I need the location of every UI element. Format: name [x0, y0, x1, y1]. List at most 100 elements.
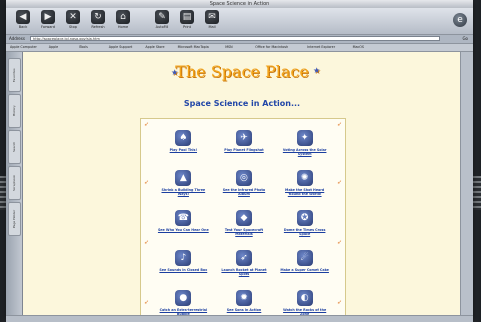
activity-link[interactable]: ♪ See Sounds in Closed Box: [153, 249, 214, 287]
print-icon: ▤: [180, 10, 194, 24]
favorite-link[interactable]: Office for Macintosh: [255, 45, 288, 50]
rocket-decoration-icon: ➶: [336, 121, 342, 128]
activity-link[interactable]: ◎ See the Infrared Photo Album: [214, 169, 275, 207]
activity-caption: See Sounds in Closed Box: [159, 268, 208, 272]
activity-link[interactable]: ✈ Play Planet Flingshot: [214, 129, 275, 167]
favorite-link[interactable]: Apple Store: [145, 45, 164, 50]
mail-button[interactable]: ✉ Mail: [201, 10, 223, 32]
activity-link[interactable]: ☎ See Who You Can Hear One: [153, 209, 214, 247]
activity-thumbnail-icon: ✈: [235, 130, 252, 146]
activity-link[interactable]: ✦ Voting Across the Solar System: [274, 129, 335, 167]
autofill-icon: ✎: [155, 10, 169, 24]
url-input[interactable]: http://spaceplace.jpl.nasa.gov/sia.htm: [30, 36, 440, 41]
sidebar-tab-page-holder[interactable]: Page Holder: [8, 202, 21, 236]
favorite-link[interactable]: Microsoft MacTopia: [178, 45, 209, 50]
home-button[interactable]: ⌂ Home: [112, 10, 134, 32]
web-page: ★ The Space Place ★ Space Science in Act…: [23, 52, 461, 322]
rocket-decoration-icon: ➶: [144, 299, 150, 306]
back-button[interactable]: ◀ Back: [12, 10, 34, 32]
activity-grid: ♠ Play Pool This! ✈ Play Planet Flingshot ✦ V…: [153, 129, 335, 322]
sidebar-tab-search[interactable]: Search: [8, 130, 21, 164]
activity-thumbnail-icon: ✪: [296, 210, 313, 226]
activity-link[interactable]: ♠ Play Pool This!: [153, 129, 214, 167]
activity-caption: Voting Across the Solar System: [282, 148, 327, 156]
activity-thumbnail-icon: ◐: [296, 290, 313, 306]
toolbar-button-label: Print: [182, 25, 192, 29]
activity-caption: See the Infrared Photo Album: [222, 188, 266, 196]
toolbar-button-label: Mail: [208, 25, 216, 29]
print-button[interactable]: ▤ Print: [176, 10, 198, 32]
activity-thumbnail-icon: ◆: [235, 210, 252, 226]
rocket-decoration-icon: ➶: [336, 299, 342, 306]
sidebar-tab-history[interactable]: History: [8, 94, 21, 128]
stop-button[interactable]: ✕ Stop: [62, 10, 84, 32]
activity-caption: Launch Rocket at Planet Spots: [221, 268, 267, 276]
address-label: Address: [9, 36, 25, 41]
rocket-decoration-icon: ➶: [336, 239, 342, 246]
window-title: Space Science in Action: [6, 0, 473, 8]
refresh-button[interactable]: ↻ Refresh: [87, 10, 109, 32]
site-title-logo[interactable]: ★ The Space Place ★: [23, 62, 461, 81]
activity-caption: Make a Super Comet Cake: [280, 268, 329, 272]
favorite-link[interactable]: Internet Explorer: [307, 45, 335, 50]
autofill-button[interactable]: ✎ AutoFill: [151, 10, 173, 32]
toolbar-button-label: AutoFill: [155, 25, 169, 29]
activity-thumbnail-icon: ✦: [296, 130, 313, 146]
toolbar-button-label: Forward: [40, 25, 56, 29]
activity-caption: See Sons in Action: [226, 308, 262, 312]
activity-thumbnail-icon: ☄: [296, 250, 313, 266]
activity-thumbnail-icon: ☎: [175, 210, 192, 226]
activity-thumbnail-icon: ♠: [175, 130, 192, 146]
activity-thumbnail-icon: ▲: [175, 170, 192, 186]
activity-thumbnail-icon: ●: [175, 290, 192, 306]
favorite-link[interactable]: MacOS: [353, 45, 364, 50]
favorite-link[interactable]: Apple: [49, 45, 58, 50]
activity-link[interactable]: ➶ Launch Rocket at Planet Spots: [214, 249, 275, 287]
sidebar-tab-scrapbook[interactable]: Scrapbook: [8, 166, 21, 200]
activity-thumbnail-icon: ♪: [175, 250, 192, 266]
home-icon: ⌂: [116, 10, 130, 24]
star-icon: ★: [171, 68, 179, 77]
sidebar-tab-favorites[interactable]: Favorites: [8, 58, 21, 92]
activity-link[interactable]: ☄ Make a Super Comet Cake: [274, 249, 335, 287]
browser-logo-icon: e: [453, 13, 467, 27]
favorite-link[interactable]: MSN: [225, 45, 232, 50]
browser-window: Space Science in Action e ◀ Back ▶ Forward ✕…: [6, 0, 473, 322]
rocket-decoration-icon: ➶: [336, 179, 342, 186]
activity-link[interactable]: ✺ Make the Shot Heard 'Round the World!: [274, 169, 335, 207]
activity-thumbnail-icon: ◎: [235, 170, 252, 186]
activity-caption: Test Your Spacecraft Materials: [224, 228, 264, 236]
activity-link[interactable]: ◆ Test Your Spacecraft Materials: [214, 209, 275, 247]
activity-link[interactable]: ✪ Dome the Times Cross Space: [274, 209, 335, 247]
rocket-decoration-icon: ➶: [144, 121, 150, 128]
rocket-decoration-icon: ➶: [144, 239, 150, 246]
activity-caption: Play Pool This!: [169, 148, 198, 152]
activity-panel: ➶ ➶ ➶ ➶ ➶ ➶ ➶ ➶ ♠ Play Pool This! ✈ Play Pl…: [140, 118, 346, 322]
activity-thumbnail-icon: ✹: [235, 290, 252, 306]
explorer-sidebar: Favorites History Search Scrapbook Page Hold…: [6, 52, 23, 322]
forward-arrow-icon: ▶: [41, 10, 55, 24]
toolbar-button-label: Refresh: [91, 25, 105, 29]
favorites-bar: Apple Computer Apple iTools Apple Support Ap…: [6, 44, 473, 52]
stop-icon: ✕: [66, 10, 80, 24]
activity-caption: Shrink a Building Three Ways!: [161, 188, 206, 196]
go-button[interactable]: Go: [462, 36, 468, 42]
address-bar: Address http://spaceplace.jpl.nasa.gov/s…: [6, 35, 473, 44]
star-icon: ★: [313, 66, 321, 75]
favorite-link[interactable]: Apple Support: [109, 45, 132, 50]
vertical-scrollbar[interactable]: [460, 52, 473, 322]
back-arrow-icon: ◀: [16, 10, 30, 24]
rocket-decoration-icon: ➶: [144, 179, 150, 186]
page-heading: Space Science in Action...: [183, 99, 301, 108]
activity-link[interactable]: ▲ Shrink a Building Three Ways!: [153, 169, 214, 207]
refresh-icon: ↻: [91, 10, 105, 24]
favorite-link[interactable]: iTools: [79, 45, 88, 50]
activity-thumbnail-icon: ➶: [235, 250, 252, 266]
activity-thumbnail-icon: ✺: [296, 170, 313, 186]
toolbar-button-label: Home: [117, 25, 129, 29]
status-bar: [6, 315, 473, 322]
activity-caption: Dome the Times Cross Space: [283, 228, 326, 236]
activity-caption: See Who You Can Hear One: [157, 228, 209, 232]
favorite-link[interactable]: Apple Computer: [10, 45, 37, 50]
forward-button[interactable]: ▶ Forward: [37, 10, 59, 32]
